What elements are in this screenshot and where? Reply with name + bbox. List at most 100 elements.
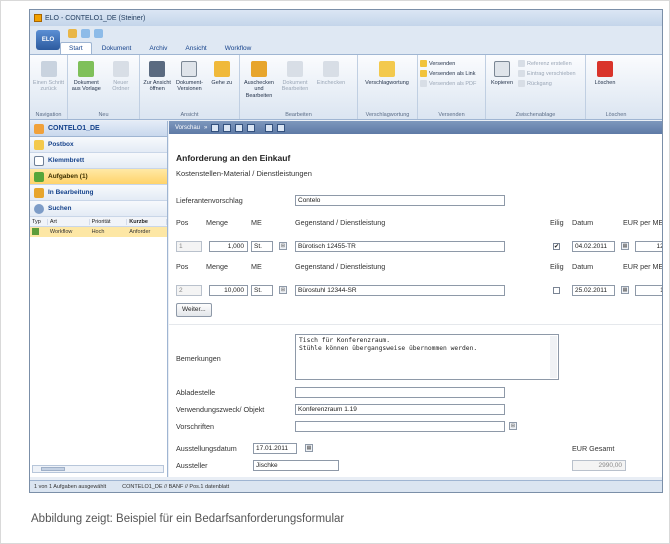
folder-icon[interactable] [68, 28, 77, 38]
col-prioritaet[interactable]: Priorität [90, 218, 128, 225]
calendar-2-icon[interactable]: ▦ [621, 286, 629, 294]
tab-dokument[interactable]: Dokument [94, 43, 140, 54]
eilig-1-checkbox[interactable]: ✔ [553, 243, 560, 250]
new-from-template-button[interactable]: Dokument aus Vorlage [70, 57, 103, 107]
verschlagwortung-button[interactable]: Verschlagwortung [360, 57, 414, 107]
weiter-button[interactable]: Weiter... [176, 303, 212, 317]
checkout-edit-button[interactable]: Auschecken und Bearbeiten [242, 57, 276, 107]
move-icon [518, 70, 525, 77]
abladestelle-field[interactable] [295, 387, 505, 398]
redo-icon[interactable] [94, 28, 103, 38]
search-icon [34, 203, 44, 214]
archive-header[interactable]: CONTELO1_DE [30, 121, 167, 137]
task-row[interactable]: Workflow Hoch Anforder [30, 227, 167, 237]
datum-2-field[interactable]: 25.02.2011 [572, 285, 615, 296]
app-icon [34, 14, 42, 22]
me-2-field[interactable]: St. [251, 285, 273, 296]
request-form: Anforderung an den Einkauf Kostenstellen… [169, 134, 662, 477]
print-icon[interactable] [265, 123, 274, 132]
ausstellungsdatum-field[interactable]: 17.01.2011 [253, 443, 297, 454]
send-button[interactable]: Versenden [420, 60, 482, 67]
nav-suchen[interactable]: Suchen [30, 201, 167, 217]
group-label-ansicht: Ansicht [180, 112, 199, 118]
me-2-picker-icon[interactable]: ⊞ [279, 286, 287, 294]
send-link-button[interactable]: Versenden als Link [420, 70, 482, 77]
create-reference-button[interactable]: Referenz erstellen [518, 60, 580, 67]
lieferant-label: Lieferantenvorschlag [176, 196, 243, 205]
delete-button[interactable]: Löschen [588, 57, 622, 107]
textarea-scrollbar[interactable] [550, 336, 557, 378]
group-label-verschlagwortung: Verschlagwortung [365, 112, 410, 118]
vorschriften-picker-icon[interactable]: ⊞ [509, 422, 517, 430]
col-gegenstand-1: Gegenstand / Dienstleistung [295, 218, 386, 227]
nav-aufgaben[interactable]: Aufgaben (1) [30, 169, 167, 185]
checkout-icon [251, 61, 267, 77]
col-typ[interactable]: Typ [30, 218, 48, 225]
view-mode-icon[interactable] [211, 123, 220, 132]
menge-2-field[interactable]: 10,000 [209, 285, 248, 296]
calendar-1-icon[interactable]: ▦ [621, 242, 629, 250]
datum-1-field[interactable]: 04.02.2011 [572, 241, 615, 252]
vorschau-label[interactable]: Vorschau [175, 125, 200, 131]
menge-1-field[interactable]: 1,000 [209, 241, 248, 252]
edit-document-button[interactable]: Dokument Bearbeiten [278, 57, 312, 107]
eur-2-field[interactable]: 179 [635, 285, 662, 296]
eur-1-field[interactable]: 1200 [635, 241, 662, 252]
chevron-right-icon: » [204, 124, 208, 131]
move-entry-button[interactable]: Eintrag verschieben [518, 70, 580, 77]
mail-pdf-icon [420, 80, 427, 87]
versions-icon [181, 61, 198, 77]
properties-icon[interactable] [235, 123, 244, 132]
goto-button[interactable]: Gehe zu [207, 57, 237, 107]
elo-window: ELO - CONTELO1_DE (Steiner) ELO Start Do… [29, 9, 663, 493]
tab-workflow[interactable]: Workflow [217, 43, 260, 54]
ribbon-group-zwischenablage: Kopieren Referenz erstellen Eintrag vers… [486, 55, 586, 119]
open-view-button[interactable]: Zur Ansicht öffnen [142, 57, 172, 107]
col-pos-2: Pos [176, 262, 189, 271]
checkin-button[interactable]: Einchecken [314, 57, 348, 107]
pencil-icon [34, 187, 44, 198]
new-folder-button[interactable]: Neuer Ordner [105, 57, 138, 107]
checkin-icon [323, 61, 339, 77]
figure-caption: Abbildung zeigt: Beispiel für ein Bedarf… [31, 513, 345, 525]
eilig-2-checkbox[interactable] [553, 287, 560, 294]
copy-button[interactable]: Kopieren [488, 57, 516, 107]
col-menge-1: Menge [206, 218, 228, 227]
page-icon[interactable] [223, 123, 232, 132]
send-pdf-button[interactable]: Versenden als PDF [420, 80, 482, 87]
vorschriften-field[interactable] [295, 421, 505, 432]
lieferant-field[interactable]: Contelo [295, 195, 505, 206]
verwendung-field[interactable]: Konferenzraum 1.19 [295, 404, 505, 415]
nav-postbox[interactable]: Postbox [30, 137, 167, 153]
gegenstand-2-field[interactable]: Bürostuhl 12344-SR [295, 285, 505, 296]
document-versions-button[interactable]: Dokument-Versionen [174, 57, 204, 107]
workflow-icon [30, 227, 48, 237]
me-1-field[interactable]: St. [251, 241, 273, 252]
undo-icon[interactable] [81, 28, 90, 38]
col-kurzbe[interactable]: Kurzbe [127, 218, 167, 225]
undo-clipboard-button[interactable]: Rückgang [518, 80, 580, 87]
folder-icon [112, 61, 129, 77]
elo-menu-button[interactable]: ELO [36, 30, 60, 50]
me-1-picker-icon[interactable]: ⊞ [279, 242, 287, 250]
aussteller-field[interactable]: Jischke [253, 460, 339, 471]
tab-ansicht[interactable]: Ansicht [177, 43, 214, 54]
tab-start[interactable]: Start [60, 42, 92, 54]
form-icon[interactable] [247, 123, 256, 132]
nav-klemmbrett[interactable]: Klemmbrett [30, 153, 167, 169]
col-art[interactable]: Art [48, 218, 90, 225]
gegenstand-1-field[interactable]: Bürotisch 12455-TR [295, 241, 505, 252]
calendar-issue-icon[interactable]: ▦ [305, 444, 313, 452]
nav-in-bearbeitung[interactable]: In Bearbeitung [30, 185, 167, 201]
task-art: Workflow [49, 229, 73, 235]
quick-access-toolbar [30, 26, 662, 40]
abladestelle-label: Abladestelle [176, 388, 216, 397]
scroll-thumb[interactable] [41, 467, 65, 471]
tab-archiv[interactable]: Archiv [141, 43, 175, 54]
group-label-navigation: Navigation [35, 112, 62, 118]
figure-frame: ELO - CONTELO1_DE (Steiner) ELO Start Do… [0, 0, 670, 544]
export-icon[interactable] [277, 123, 286, 132]
bemerkungen-textarea[interactable]: Tisch für Konferenzraum. Stühle können ü… [295, 334, 559, 380]
back-button[interactable]: Einen Schritt zurück [32, 57, 65, 107]
horizontal-scrollbar[interactable] [32, 465, 164, 473]
